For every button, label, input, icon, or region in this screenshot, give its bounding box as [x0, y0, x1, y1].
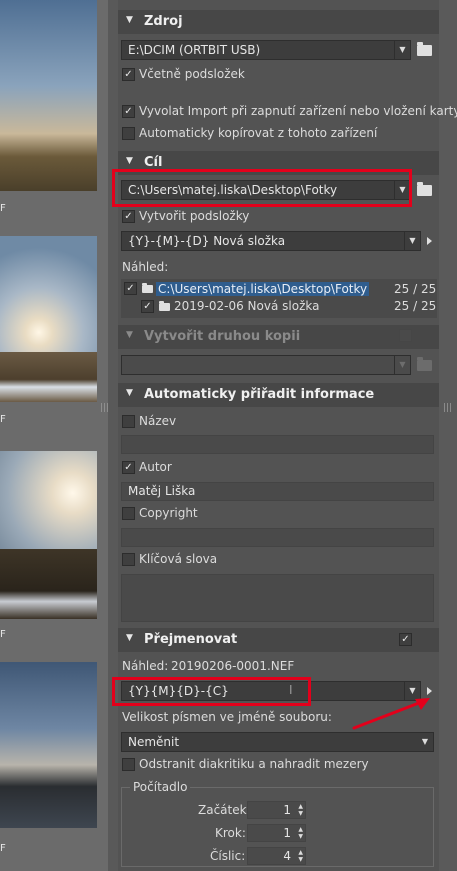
counter-start-spinner[interactable]: 1 ▲ ▼	[247, 801, 306, 819]
section-header-rename[interactable]: ▼ Přejmenovat	[118, 628, 439, 652]
case-label: Velikost písmen ve jméně souboru:	[122, 710, 332, 724]
chevron-down-icon[interactable]: ▼	[394, 356, 410, 374]
copyright-label: Copyright	[139, 506, 198, 520]
folder-icon	[142, 283, 153, 293]
keywords-label: Klíčová slova	[139, 552, 218, 566]
auto-copy-checkbox[interactable]	[122, 127, 135, 140]
section-header-auto-info[interactable]: ▼ Automaticky přiřadit informace	[118, 383, 439, 407]
name-field[interactable]	[121, 435, 434, 454]
counter-start-value: 1	[283, 803, 291, 817]
section-header-source[interactable]: ▼ Zdroj	[118, 10, 439, 34]
second-copy-checkbox[interactable]	[399, 329, 412, 342]
tree-child-label[interactable]: 2019-02-06 Nová složka	[174, 299, 319, 313]
counter-start-label: Začátek:	[198, 803, 251, 817]
counter-digits-value: 4	[283, 849, 291, 863]
rename-preview-label: Náhled:	[122, 659, 169, 673]
section-title-destination: Cíl	[144, 155, 163, 170]
second-copy-path-dropdown[interactable]: ▼	[121, 355, 411, 375]
counter-step-spinner[interactable]: 1 ▲ ▼	[247, 824, 306, 842]
remove-diacritics-checkbox[interactable]	[122, 758, 135, 771]
thumbnail-3-label: F	[0, 629, 6, 640]
thumbnail-2-label: F	[0, 414, 6, 425]
spinner-arrows-icon[interactable]: ▲ ▼	[298, 849, 303, 863]
invoke-import-checkbox[interactable]: ✓	[122, 105, 135, 118]
chevron-down-icon[interactable]: ▼	[394, 41, 410, 59]
collapse-triangle-icon: ▼	[126, 156, 133, 166]
counter-step-value: 1	[283, 826, 291, 840]
tree-root-checkbox[interactable]: ✓	[124, 282, 137, 295]
create-subfolders-checkbox[interactable]: ✓	[122, 210, 135, 223]
copyright-field[interactable]	[121, 528, 434, 547]
keywords-checkbox[interactable]	[122, 553, 135, 566]
source-path-value: E:\DCIM (ORTBIT USB)	[128, 43, 261, 57]
author-label: Autor	[139, 460, 172, 474]
remove-diacritics-label: Odstranit diakritiku a nahradit mezery	[139, 757, 369, 771]
case-dropdown[interactable]: Neměnit ▼	[121, 732, 434, 752]
tree-child-count: 25 / 25	[394, 299, 437, 313]
scroll-grip-icon: |||	[443, 403, 453, 413]
collapse-triangle-icon: ▼	[126, 388, 133, 398]
section-header-second-copy[interactable]: ▼ Vytvořit druhou kopii	[118, 325, 439, 349]
highlight-box-destination	[112, 169, 412, 207]
collapse-triangle-icon: ▼	[126, 15, 133, 25]
collapse-triangle-icon: ▼	[126, 633, 133, 643]
keywords-field[interactable]	[121, 574, 434, 622]
author-checkbox[interactable]: ✓	[122, 461, 135, 474]
folder-browse-icon[interactable]	[417, 182, 432, 196]
copyright-checkbox[interactable]	[122, 507, 135, 520]
panel-splitter[interactable]: |||	[100, 0, 118, 871]
thumbnail-2[interactable]	[0, 236, 97, 402]
counter-step-label: Krok:	[215, 826, 246, 840]
name-checkbox[interactable]	[122, 415, 135, 428]
section-title-source: Zdroj	[144, 14, 183, 29]
spinner-arrows-icon[interactable]: ▲ ▼	[298, 826, 303, 840]
thumbnail-3[interactable]	[0, 451, 97, 619]
chevron-down-icon[interactable]: ▼	[404, 232, 420, 250]
thumbnail-1-label: F	[0, 203, 6, 214]
splitter-grip-icon: |||	[100, 403, 110, 413]
panel-scrollbar[interactable]: |||	[439, 0, 457, 871]
case-value: Neměnit	[128, 735, 180, 749]
subfolder-pattern-dropdown[interactable]: {Y}-{M}-{D} Nová složka ▼	[121, 231, 421, 251]
chevron-down-icon[interactable]: ▼	[417, 733, 433, 751]
import-settings-panel: ▼ Zdroj E:\DCIM (ORTBIT USB) ▼ ✓ Včetně …	[112, 0, 457, 871]
source-path-dropdown[interactable]: E:\DCIM (ORTBIT USB) ▼	[121, 40, 411, 60]
section-title-auto-info: Automaticky přiřadit informace	[144, 387, 375, 402]
folder-icon	[159, 301, 170, 311]
highlight-box-rename-pattern	[112, 677, 311, 706]
name-label: Název	[139, 414, 177, 428]
tree-root-label[interactable]: C:\Users\matej.liska\Desktop\Fotky	[156, 282, 370, 296]
folder-browse-icon[interactable]	[417, 42, 432, 56]
collapse-triangle-icon: ▼	[126, 330, 133, 340]
section-title-rename: Přejmenovat	[144, 632, 238, 647]
red-arrow-annotation	[352, 698, 430, 730]
rename-enable-checkbox[interactable]: ✓	[399, 633, 412, 646]
author-field[interactable]: Matěj Liška	[121, 482, 434, 501]
spinner-arrows-icon[interactable]: ▲ ▼	[298, 803, 303, 817]
include-subfolders-label: Včetně podsložek	[139, 67, 245, 81]
pattern-menu-arrow-icon[interactable]	[427, 237, 432, 245]
thumbnail-1[interactable]	[0, 0, 97, 191]
auto-copy-label: Automaticky kopírovat z tohoto zařízení	[139, 126, 378, 140]
include-subfolders-checkbox[interactable]: ✓	[122, 68, 135, 81]
tree-root-count: 25 / 25	[394, 282, 437, 296]
create-subfolders-label: Vytvořit podsložky	[139, 209, 250, 223]
rename-preview-value: 20190206-0001.NEF	[171, 659, 295, 673]
thumbnail-strip: F F F F	[0, 0, 108, 871]
subfolder-pattern-value: {Y}-{M}-{D} Nová složka	[128, 234, 286, 248]
tree-child-checkbox[interactable]: ✓	[141, 300, 154, 313]
counter-digits-spinner[interactable]: 4 ▲ ▼	[247, 847, 306, 865]
section-title-second-copy: Vytvořit druhou kopii	[144, 329, 301, 344]
counter-title: Počítadlo	[130, 780, 191, 794]
counter-digits-label: Číslic:	[210, 849, 246, 863]
thumbnail-4-label: F	[0, 843, 6, 854]
thumbnail-4[interactable]	[0, 662, 97, 828]
invoke-import-label: Vyvolat Import při zapnutí zařízení nebo…	[139, 104, 457, 118]
destination-preview-label: Náhled:	[122, 260, 169, 274]
folder-browse-icon[interactable]	[417, 357, 432, 371]
